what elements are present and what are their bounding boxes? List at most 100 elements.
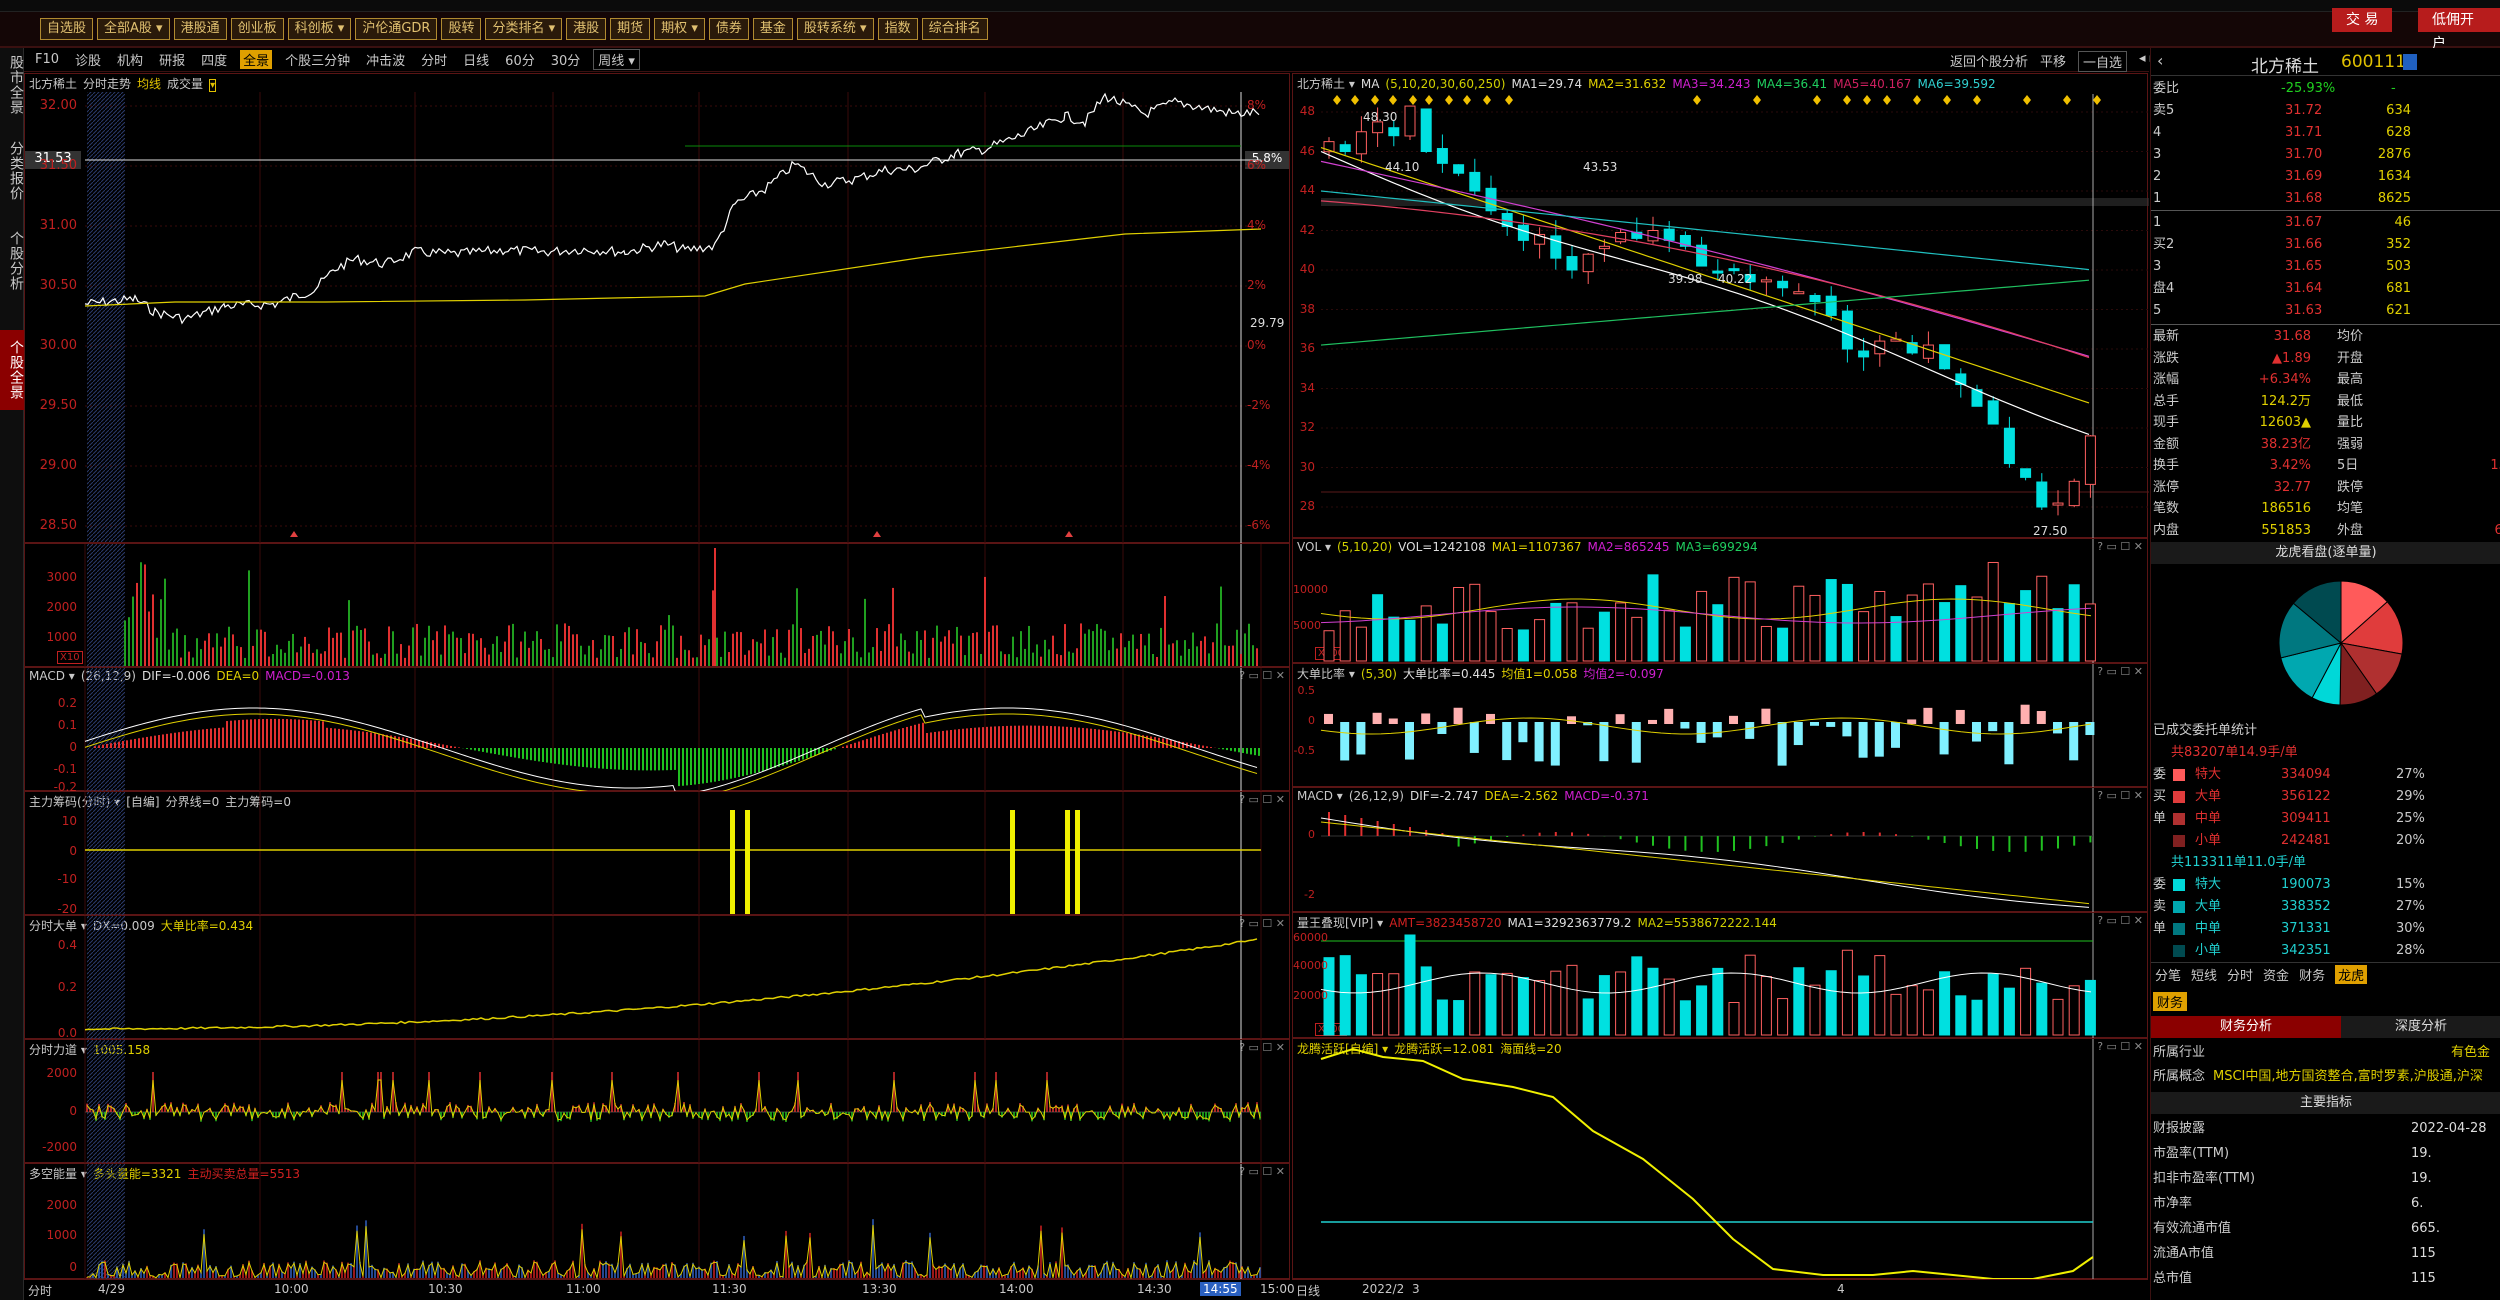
subbar-item-8[interactable]: 分时 bbox=[418, 50, 450, 69]
kline-annotation: 43.53 bbox=[1583, 160, 1618, 174]
toolbar-btn-6[interactable]: 股转 bbox=[441, 18, 482, 40]
cell: 15. bbox=[2490, 458, 2500, 473]
axis-label: 0 bbox=[69, 740, 77, 754]
subbar-item-9[interactable]: 日线 bbox=[460, 50, 492, 69]
subbar-item-6[interactable]: 个股三分钟 bbox=[282, 50, 353, 69]
toolbar-btn-2[interactable]: 港股通 bbox=[173, 18, 227, 40]
fin-analysis-tab[interactable]: 财务分析 bbox=[2151, 1016, 2341, 1038]
toolbar-btn-3[interactable]: 创业板 bbox=[230, 18, 284, 40]
open-account-button[interactable]: 低佣开户 bbox=[2418, 8, 2500, 52]
subbar-item-10[interactable]: 60分 bbox=[502, 50, 538, 69]
cell: 242481 bbox=[2281, 833, 2331, 848]
divider bbox=[2151, 210, 2500, 211]
cell: 有色金 bbox=[2451, 1045, 2491, 1060]
subbar-item-0[interactable]: F10 bbox=[32, 52, 62, 67]
time-axis-label: 10:00 bbox=[274, 1282, 309, 1296]
subbar-item-7[interactable]: 冲击波 bbox=[363, 50, 408, 69]
legend-swatch bbox=[2173, 769, 2185, 781]
cell: 309411 bbox=[2281, 811, 2331, 826]
axis-label: 60000 bbox=[1293, 931, 1328, 944]
sell-row: 小单 342351 28% bbox=[2151, 940, 2500, 962]
cell: 31.67 bbox=[2285, 215, 2323, 230]
stat-row: 换手 3.42% 5日 15. bbox=[2151, 455, 2500, 477]
subbar-item-1[interactable]: 诊股 bbox=[72, 50, 104, 69]
cell: 开盘 bbox=[2337, 350, 2364, 366]
toolbar-btn-4[interactable]: 科创板 bbox=[287, 18, 352, 40]
toolbar-btn-5[interactable]: 沪伦通GDR bbox=[355, 18, 438, 40]
toolbar-btn-14[interactable]: 指数 bbox=[877, 18, 918, 40]
cell: 最高 bbox=[2337, 372, 2364, 387]
fin-tab[interactable]: 财务 bbox=[2153, 992, 2188, 1011]
toolbar-btn-0[interactable]: 自选股 bbox=[40, 18, 94, 40]
cell: 特大 bbox=[2195, 767, 2222, 782]
quote-tab-3[interactable]: 资金 bbox=[2263, 965, 2289, 984]
subbar-item-12[interactable]: 周线 ▾ bbox=[593, 49, 640, 70]
cell: 31.64 bbox=[2285, 281, 2323, 296]
toolbar-btn-11[interactable]: 债券 bbox=[708, 18, 749, 40]
stat-row: 涨幅 +6.34% 最高 3 bbox=[2151, 369, 2500, 391]
intraday-volume-panel: X10 3000 2000 1000 bbox=[24, 543, 1290, 668]
kline-volume-chart bbox=[1320, 539, 2096, 664]
pan-button[interactable]: 平移 bbox=[2040, 51, 2066, 72]
cell: 金额 bbox=[2153, 436, 2180, 452]
toolbar-btn-7[interactable]: 分类排名 bbox=[485, 18, 563, 40]
cell: 46 bbox=[2394, 215, 2411, 230]
quote-tab-0[interactable]: 分笔 bbox=[2155, 965, 2181, 984]
back-icon[interactable]: ‹ bbox=[2157, 51, 2163, 70]
sidebar-tab-category[interactable]: 分类报价 bbox=[0, 136, 24, 206]
subbar-item-11[interactable]: 30分 bbox=[548, 50, 584, 69]
sidebar-tab-stock-analysis[interactable]: 个股分析 bbox=[0, 226, 24, 296]
toolbar-btn-12[interactable]: 基金 bbox=[752, 18, 793, 40]
stat-row: 涨停 32.77 跌停 2 bbox=[2151, 477, 2500, 499]
cell: 115 bbox=[2411, 1271, 2436, 1286]
cell: 单 bbox=[2153, 921, 2167, 936]
back-to-analysis-link[interactable]: 返回个股分析 bbox=[1950, 51, 2028, 72]
toolbar-btn-1[interactable]: 全部A股 bbox=[97, 18, 170, 40]
toolbar-btn-15[interactable]: 综合排名 bbox=[921, 18, 988, 40]
quote-tab-1[interactable]: 短线 bbox=[2191, 965, 2217, 984]
cell: 503 bbox=[2386, 259, 2411, 274]
sidebar-tab-stock-overview[interactable]: 个股全景 bbox=[0, 330, 24, 410]
kline-price-label: 38 bbox=[1299, 301, 1315, 316]
quote-tab-4[interactable]: 财务 bbox=[2299, 965, 2325, 984]
watchlist-select[interactable]: 一自选 bbox=[2078, 51, 2128, 72]
axis-label: 0 bbox=[1308, 828, 1315, 841]
subbar-item-2[interactable]: 机构 bbox=[114, 50, 146, 69]
quote-tab-5[interactable]: 龙虎 bbox=[2335, 965, 2368, 984]
bid-row: 盘4 31.64 681 bbox=[2151, 278, 2500, 300]
kline-annotation: 48.30 bbox=[1363, 110, 1398, 124]
axis-label: 5000 bbox=[1293, 619, 1321, 632]
trade-button[interactable]: 交 易 bbox=[2332, 8, 2393, 32]
pct-axis-label: -6% bbox=[1247, 518, 1271, 532]
legend-swatch bbox=[2173, 901, 2185, 913]
axis-label: 0.4 bbox=[57, 938, 77, 952]
intraday-chart bbox=[84, 92, 1262, 544]
cell: 356122 bbox=[2281, 789, 2331, 804]
toolbar-btn-10[interactable]: 期权 bbox=[654, 18, 705, 40]
stat-row: 金额 38.23亿 强弱 ▲ bbox=[2151, 434, 2500, 456]
toolbar-btn-13[interactable]: 股转系统 bbox=[796, 18, 874, 40]
subbar-item-3[interactable]: 研报 bbox=[156, 50, 188, 69]
top-toolbar: 自选股全部A股港股通创业板科创板沪伦通GDR股转分类排名港股期货期权债券基金股转… bbox=[0, 12, 2500, 48]
cell: 扣非市盈率(TTM) bbox=[2153, 1171, 2256, 1186]
fin-row: 财报披露 2022-04-28 bbox=[2151, 1118, 2500, 1140]
sidebar-tab-market[interactable]: 股市全景 bbox=[0, 50, 24, 120]
subbar-item-5[interactable]: 全景 bbox=[240, 50, 273, 69]
ask-row: 2 31.69 1634 bbox=[2151, 166, 2500, 188]
date-axis-label[interactable]: 日线 bbox=[1296, 1282, 1320, 1299]
fin-row: 总市值 115 bbox=[2151, 1268, 2500, 1290]
main-indicators: 主要指标 bbox=[2151, 1092, 2500, 1114]
dragon-title: 龙虎看盘(逐单量) bbox=[2151, 542, 2500, 564]
quote-tab-2[interactable]: 分时 bbox=[2227, 965, 2253, 984]
cell: 12603▲ bbox=[2259, 415, 2311, 430]
cell: 19. bbox=[2411, 1146, 2432, 1161]
time-axis-label[interactable]: 分时 bbox=[28, 1282, 52, 1299]
toolbar-btn-9[interactable]: 期货 bbox=[610, 18, 651, 40]
subbar-item-4[interactable]: 四度 bbox=[198, 50, 230, 69]
depth-analysis-tab[interactable]: 深度分析 bbox=[2341, 1016, 2500, 1038]
cell: 流通A市值 bbox=[2153, 1246, 2214, 1261]
toolbar-btn-8[interactable]: 港股 bbox=[566, 18, 607, 40]
cell: 买2 bbox=[2153, 237, 2175, 252]
cell: 31.65 bbox=[2285, 259, 2323, 274]
cell: 小单 bbox=[2195, 943, 2222, 958]
